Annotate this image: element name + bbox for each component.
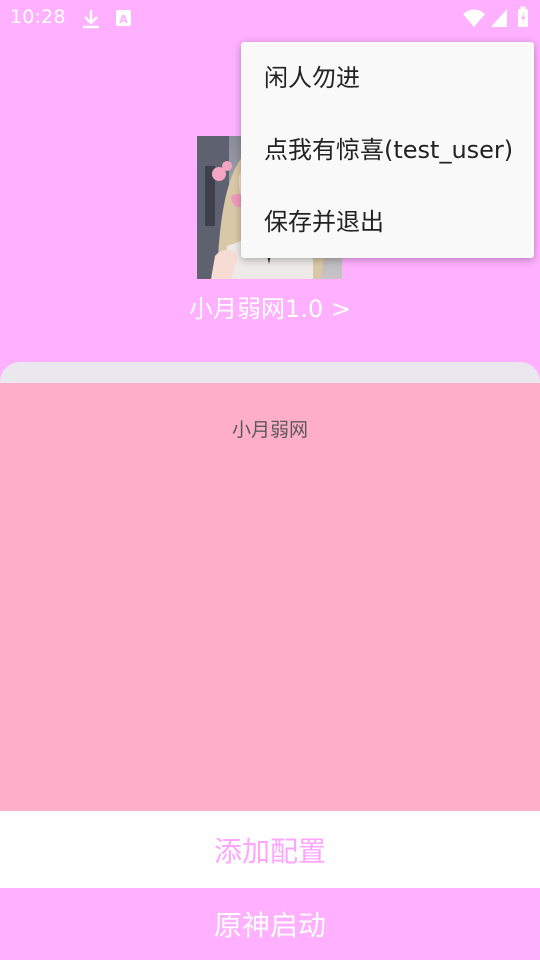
status-time: 10:28 (10, 6, 66, 28)
menu-item-keep-out[interactable]: 闲人勿进 (241, 42, 534, 114)
card-label: 小月弱网 (231, 419, 308, 441)
version-link[interactable]: 小月弱网1.0 > (0, 289, 540, 324)
overflow-menu: 闲人勿进 点我有惊喜(test_user) 保存并退出 (241, 42, 534, 258)
download-icon (83, 10, 99, 29)
add-config-button[interactable]: 添加配置 (0, 811, 540, 888)
svg-text:A: A (119, 13, 128, 26)
cell-signal-icon (491, 9, 507, 27)
battery-icon (518, 6, 528, 27)
content-card: 小月弱网 (0, 383, 540, 811)
status-bar: 10:28 A (0, 0, 540, 36)
menu-item-surprise[interactable]: 点我有惊喜(test_user) (241, 114, 534, 186)
menu-item-save-exit[interactable]: 保存并退出 (241, 186, 534, 258)
wifi-icon (463, 9, 485, 27)
android-a-icon: A (116, 10, 131, 26)
start-button[interactable]: 原神启动 (0, 888, 540, 960)
